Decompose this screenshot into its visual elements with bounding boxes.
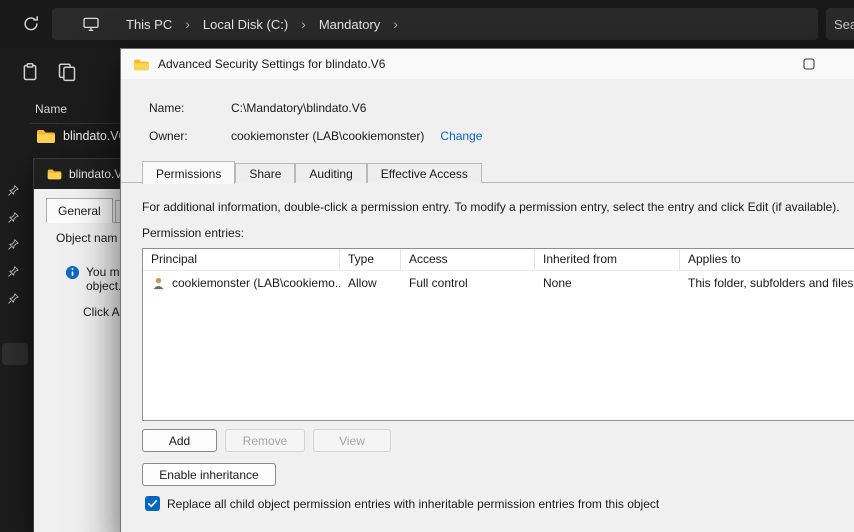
pin-icon bbox=[7, 211, 20, 224]
name-column-header[interactable]: Name bbox=[35, 102, 67, 116]
entry-type: Allow bbox=[348, 276, 377, 290]
name-value: C:\Mandatory\blindato.V6 bbox=[231, 101, 367, 115]
entry-applies-to: This folder, subfolders and files bbox=[688, 276, 854, 290]
pin-icon bbox=[7, 292, 20, 305]
search-box[interactable]: Sea bbox=[826, 8, 854, 40]
column-header-principal[interactable]: Principal bbox=[143, 249, 340, 270]
tab-general[interactable]: General bbox=[46, 198, 113, 223]
tab-effective-access[interactable]: Effective Access bbox=[366, 163, 482, 183]
file-item-blindato[interactable]: blindato.V6 bbox=[36, 128, 126, 144]
change-owner-link[interactable]: Change bbox=[440, 129, 482, 143]
explorer-topbar: This PC › Local Disk (C:) › Mandatory › … bbox=[0, 0, 854, 48]
this-pc-icon bbox=[82, 15, 100, 33]
pin-icon bbox=[7, 265, 20, 278]
breadcrumb-item-local-disk[interactable]: Local Disk (C:) bbox=[203, 17, 288, 32]
sidebar-selected-item[interactable] bbox=[2, 343, 28, 365]
column-header-access[interactable]: Access bbox=[401, 249, 535, 270]
table-header-row: Principal Type Access Inherited from App… bbox=[143, 249, 854, 271]
advanced-security-dialog: Advanced Security Settings for blindato.… bbox=[120, 48, 854, 532]
info-text-line2: object. bbox=[86, 279, 122, 293]
replace-permissions-label: Replace all child object permission entr… bbox=[167, 496, 660, 511]
column-header-type[interactable]: Type bbox=[340, 249, 401, 270]
user-icon bbox=[151, 276, 166, 291]
clipboard-icon[interactable] bbox=[20, 62, 40, 82]
refresh-icon[interactable] bbox=[22, 15, 40, 33]
instruction-text: For additional information, double-click… bbox=[142, 200, 840, 214]
column-divider bbox=[30, 123, 122, 124]
pin-icon bbox=[7, 238, 20, 251]
breadcrumb-item-this-pc[interactable]: This PC bbox=[126, 17, 172, 32]
properties-dialog-title: blindato.V bbox=[69, 167, 123, 181]
replace-permissions-row: Replace all child object permission entr… bbox=[145, 496, 659, 511]
permission-entries-label: Permission entries: bbox=[142, 226, 245, 240]
dialog-titlebar[interactable]: Advanced Security Settings for blindato.… bbox=[121, 49, 854, 79]
folder-icon bbox=[133, 58, 150, 71]
copy-icon[interactable] bbox=[57, 62, 77, 82]
tab-share[interactable]: Share bbox=[235, 163, 296, 183]
column-header-applies-to[interactable]: Applies to bbox=[680, 249, 854, 270]
permission-entry-row[interactable]: cookiemonster (LAB\cookiemo... Allow Ful… bbox=[143, 271, 854, 295]
address-bar[interactable]: This PC › Local Disk (C:) › Mandatory › bbox=[52, 8, 818, 40]
maximize-button[interactable] bbox=[798, 53, 820, 75]
permission-entries-table: Principal Type Access Inherited from App… bbox=[142, 248, 854, 421]
tab-auditing[interactable]: Auditing bbox=[295, 163, 367, 183]
object-name-label: Object nam bbox=[56, 231, 118, 245]
desktop: This PC › Local Disk (C:) › Mandatory › … bbox=[0, 0, 854, 532]
entry-inherited-from: None bbox=[543, 276, 572, 290]
search-text: Sea bbox=[834, 16, 854, 32]
info-icon bbox=[65, 265, 80, 280]
chevron-right-icon[interactable]: › bbox=[393, 16, 398, 32]
replace-permissions-checkbox[interactable] bbox=[145, 496, 160, 511]
name-label: Name: bbox=[149, 101, 185, 115]
add-button[interactable]: Add bbox=[142, 429, 217, 452]
breadcrumb-item-mandatory[interactable]: Mandatory bbox=[319, 17, 380, 32]
entry-access: Full control bbox=[409, 276, 468, 290]
folder-icon bbox=[47, 168, 62, 180]
file-item-label: blindato.V6 bbox=[63, 129, 126, 143]
enable-inheritance-button[interactable]: Enable inheritance bbox=[142, 463, 276, 486]
tab-permissions[interactable]: Permissions bbox=[142, 161, 236, 184]
owner-label: Owner: bbox=[149, 129, 188, 143]
dialog-title: Advanced Security Settings for blindato.… bbox=[158, 57, 386, 71]
owner-value: cookiemonster (LAB\cookiemonster) bbox=[231, 129, 425, 143]
view-button[interactable]: View bbox=[313, 429, 391, 452]
chevron-right-icon[interactable]: › bbox=[185, 16, 190, 32]
chevron-right-icon[interactable]: › bbox=[301, 16, 306, 32]
pin-icon bbox=[7, 184, 20, 197]
remove-button[interactable]: Remove bbox=[225, 429, 305, 452]
column-header-inherited-from[interactable]: Inherited from bbox=[535, 249, 680, 270]
entry-principal: cookiemonster (LAB\cookiemo... bbox=[172, 276, 340, 290]
folder-icon bbox=[36, 128, 56, 144]
dialog-tabs: Permissions Share Auditing Effective Acc… bbox=[142, 161, 482, 184]
